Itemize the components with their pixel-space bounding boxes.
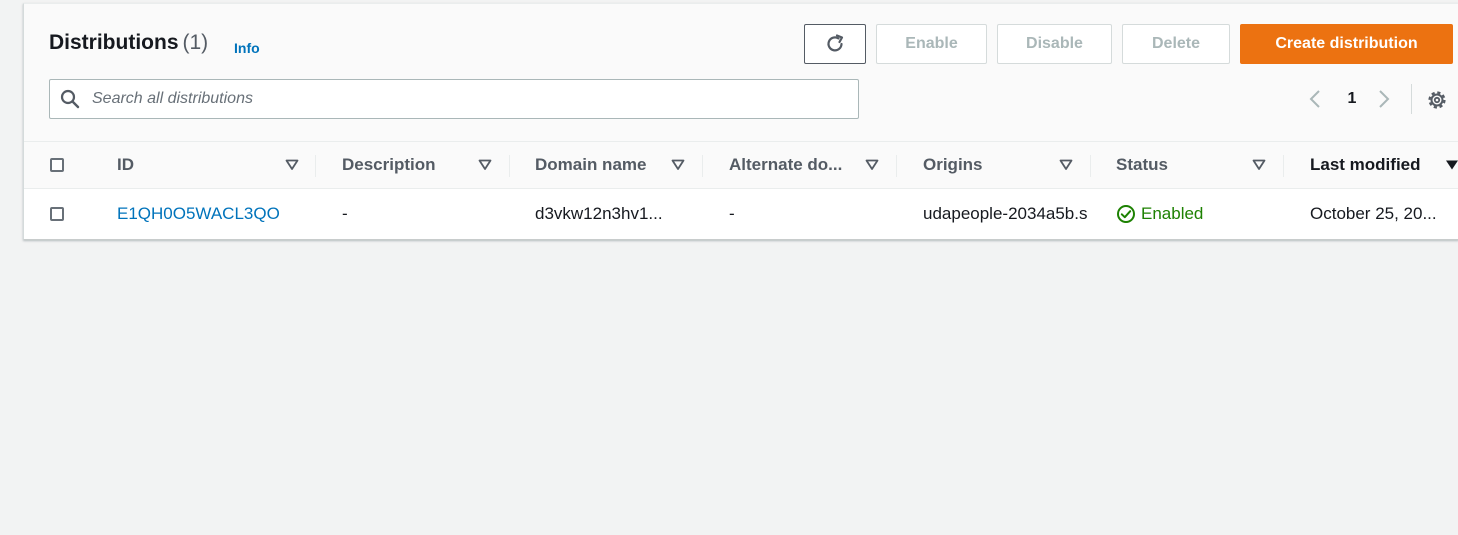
column-header-last-modified[interactable]: Last modified (1310, 142, 1421, 188)
status-text: Enabled (1141, 204, 1204, 223)
distributions-panel: Distributions (1) Info Enable Disable Del… (23, 3, 1458, 240)
column-resizer[interactable] (315, 155, 316, 177)
sort-icon[interactable] (671, 159, 685, 171)
origins-cell: udapeople-2034a5b.s (923, 204, 1088, 223)
column-resizer[interactable] (896, 155, 897, 177)
search-box[interactable] (49, 79, 859, 119)
sort-icon[interactable] (1252, 159, 1266, 171)
column-resizer[interactable] (1090, 155, 1091, 177)
refresh-button[interactable] (804, 24, 866, 64)
table-header: ID Description Domain name Alternate do.… (24, 141, 1458, 189)
page-title: Distributions (1) (49, 31, 208, 55)
sort-icon[interactable] (865, 159, 879, 171)
search-icon (60, 89, 80, 109)
pagination-divider (1411, 84, 1412, 114)
page-title-text: Distributions (49, 31, 179, 54)
disable-button[interactable]: Disable (997, 24, 1112, 64)
status-cell: Enabled (1116, 189, 1276, 239)
previous-page-button[interactable] (1307, 86, 1329, 112)
sort-icon[interactable] (285, 159, 299, 171)
sort-descending-icon[interactable] (1445, 159, 1458, 171)
table-settings-button[interactable] (1425, 88, 1449, 112)
sort-icon[interactable] (478, 159, 492, 171)
column-resizer[interactable] (1283, 155, 1284, 177)
column-header-description[interactable]: Description (342, 142, 436, 188)
description-cell: - (342, 204, 348, 223)
column-header-id[interactable]: ID (117, 142, 134, 188)
sort-icon[interactable] (1059, 159, 1073, 171)
distribution-id-link[interactable]: E1QH0O5WACL3QO (117, 189, 307, 239)
domain-name-cell: d3vkw12n3hv1... (535, 204, 663, 223)
create-distribution-button[interactable]: Create distribution (1240, 24, 1453, 64)
column-header-status[interactable]: Status (1116, 142, 1168, 188)
row-checkbox[interactable] (50, 207, 64, 221)
column-resizer[interactable] (509, 155, 510, 177)
last-modified-cell: October 25, 20... (1310, 204, 1437, 223)
table-row[interactable]: E1QH0O5WACL3QO - d3vkw12n3hv1... - udape… (24, 189, 1458, 239)
search-input[interactable] (90, 89, 834, 109)
delete-button[interactable]: Delete (1122, 24, 1230, 64)
enable-button[interactable]: Enable (876, 24, 987, 64)
column-header-domain-name[interactable]: Domain name (535, 142, 646, 188)
column-header-origins[interactable]: Origins (923, 142, 983, 188)
distribution-count: (1) (182, 31, 209, 54)
next-page-button[interactable] (1376, 86, 1398, 112)
current-page-number[interactable]: 1 (1342, 86, 1362, 112)
chevron-left-icon (1309, 90, 1320, 108)
chevron-right-icon (1379, 90, 1390, 108)
column-header-alternate-domain[interactable]: Alternate do... (729, 142, 842, 188)
alternate-domain-cell: - (729, 204, 735, 223)
check-circle-icon (1117, 205, 1135, 223)
gear-icon (1428, 91, 1446, 109)
select-all-checkbox[interactable] (50, 158, 64, 172)
refresh-icon (827, 34, 844, 52)
info-link[interactable]: Info (234, 40, 260, 56)
column-resizer[interactable] (702, 155, 703, 177)
